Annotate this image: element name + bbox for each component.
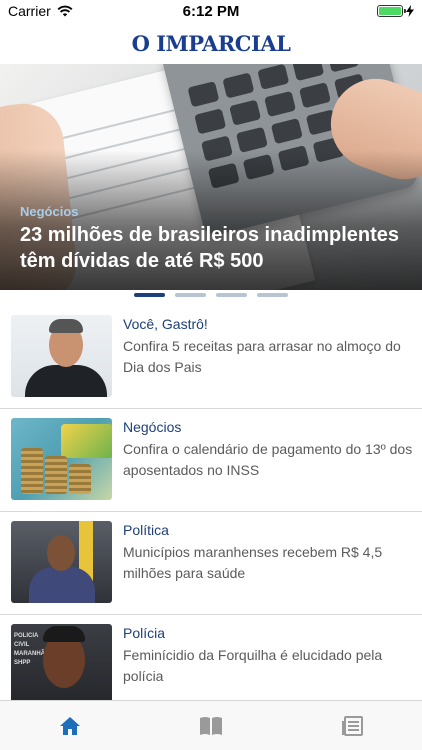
news-item[interactable]: Você, Gastrô! Confira 5 receitas para ar…	[0, 306, 422, 409]
news-text: Política Municípios maranhenses recebem …	[123, 521, 413, 584]
pager-dot[interactable]	[257, 293, 288, 297]
news-text: Polícia Feminícidio da Forquilha é eluci…	[123, 624, 413, 687]
battery-fill	[378, 7, 401, 15]
pager-dot[interactable]	[175, 293, 206, 297]
news-headline: Feminícidio da Forquilha é elucidado pel…	[123, 647, 383, 684]
pager-dot[interactable]	[216, 293, 247, 297]
news-item[interactable]: Negócios Confira o calendário de pagamen…	[0, 409, 422, 512]
news-headline: Confira o calendário de pagamento do 13º…	[123, 441, 413, 478]
tab-reading[interactable]	[141, 701, 282, 750]
newspaper-icon	[341, 715, 363, 736]
news-category: Negócios	[123, 419, 182, 435]
hero-article[interactable]: Negócios 23 milhões de brasileiros inadi…	[0, 64, 422, 290]
police-sign-text: POLICIA CIVIL MARANHÃO SHPP	[14, 633, 50, 666]
news-list: Você, Gastrô! Confira 5 receitas para ar…	[0, 306, 422, 718]
status-bar: Carrier 6:12 PM	[0, 0, 422, 22]
news-headline: Municípios maranhenses recebem R$ 4,5 mi…	[123, 544, 383, 581]
news-category: Você, Gastrô!	[123, 316, 208, 332]
book-icon	[200, 716, 222, 735]
news-thumbnail	[11, 418, 112, 500]
news-text: Você, Gastrô! Confira 5 receitas para ar…	[123, 315, 413, 378]
status-right	[294, 5, 414, 17]
app-logo: O IMPARCIAL	[131, 30, 291, 56]
news-item[interactable]: Política Municípios maranhenses recebem …	[0, 512, 422, 615]
status-left: Carrier	[8, 3, 128, 19]
news-category: Polícia	[123, 625, 166, 641]
home-icon	[60, 716, 81, 735]
news-category: Política	[123, 522, 169, 538]
app-header: O IMPARCIAL	[0, 22, 422, 64]
news-thumbnail: POLICIA CIVIL MARANHÃO SHPP	[11, 624, 112, 706]
tab-home[interactable]	[0, 701, 141, 750]
battery-icon	[376, 5, 406, 17]
hero-category: Negócios	[20, 204, 79, 219]
charging-bolt-icon	[405, 5, 414, 17]
status-time: 6:12 PM	[182, 2, 240, 20]
pager-dot[interactable]	[134, 293, 165, 297]
wifi-icon	[57, 5, 73, 17]
news-headline: Confira 5 receitas para arrasar no almoç…	[123, 338, 401, 375]
tab-bar	[0, 700, 422, 750]
carousel-pager	[0, 293, 422, 303]
news-thumbnail	[11, 521, 112, 603]
tab-edition[interactable]	[281, 701, 422, 750]
carrier-label: Carrier	[8, 3, 51, 19]
news-text: Negócios Confira o calendário de pagamen…	[123, 418, 413, 481]
hero-title: 23 milhões de brasileiros inadimplentes …	[20, 224, 400, 272]
news-thumbnail	[11, 315, 112, 397]
